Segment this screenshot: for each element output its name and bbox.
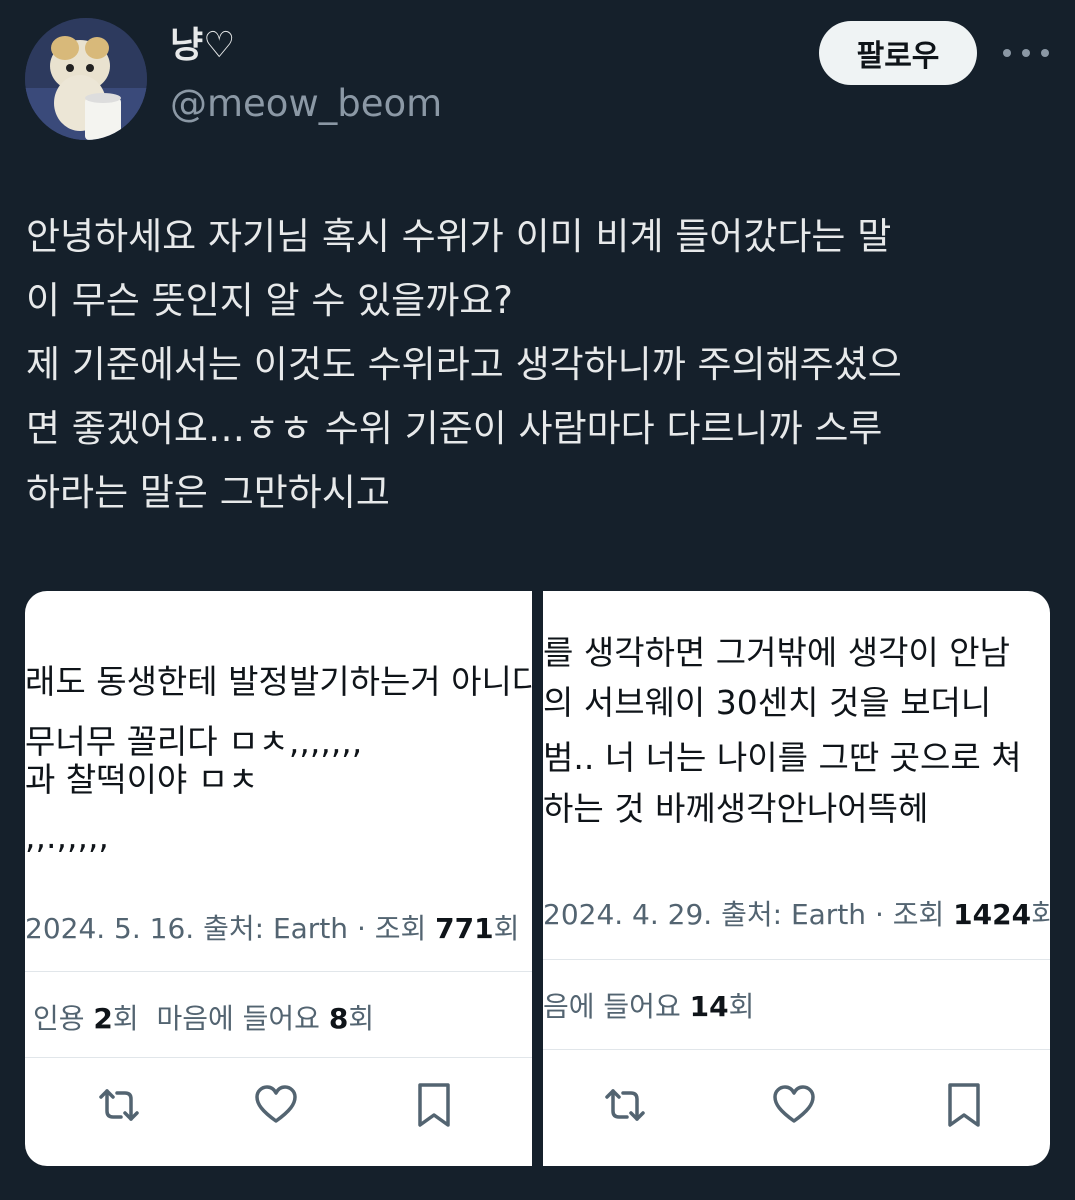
heart-icon[interactable] — [252, 1081, 300, 1129]
likes-suffix: 회 — [348, 1002, 375, 1035]
more-dot — [1041, 49, 1049, 57]
divider — [543, 1049, 1050, 1050]
meta-suffix: 회 — [493, 912, 520, 945]
meta-text: 2024. 4. 29. 출처: Earth · 조회 — [543, 898, 954, 931]
tweet-line: 안녕하세요 자기님 혹시 수위가 이미 비계 들어갔다는 말 — [26, 215, 892, 258]
retweet-icon[interactable] — [95, 1081, 143, 1129]
card-meta: 2024. 4. 29. 출처: Earth · 조회 1424회 — [543, 893, 1050, 933]
tweet-line: 면 좋겠어요…ㅎㅎ 수위 기준이 사람마다 다르니까 스루 — [26, 407, 883, 450]
attached-image-1[interactable]: 래도 동생한테 발정발기하는거 아니다 무너무 꼴리다 ㅁㅊ,,,,,,, 과 … — [25, 591, 532, 1166]
quote-label: 인용 — [33, 1002, 94, 1035]
likes-count: 14 — [689, 990, 729, 1023]
meta-suffix: 회 — [1031, 898, 1050, 931]
likes-count: 8 — [328, 1002, 349, 1035]
tweet-line: 하라는 말은 그만하시고 — [26, 471, 390, 514]
likes-suffix: 회 — [728, 990, 755, 1023]
heart-icon[interactable] — [770, 1081, 818, 1129]
card-meta: 2024. 5. 16. 출처: Earth · 조회 771회 — [25, 907, 519, 947]
meta-text: 2024. 5. 16. 출처: Earth · 조회 — [25, 912, 436, 945]
more-dot — [1003, 49, 1011, 57]
card-stats: 인용 2회 마음에 들어요 8회 — [33, 997, 374, 1037]
likes-label: 음에 들어요 — [543, 990, 690, 1023]
bookmark-icon[interactable] — [410, 1081, 458, 1129]
follow-button[interactable]: 팔로우 — [819, 21, 977, 85]
card-text-line: ,,.,,,,, — [25, 817, 109, 856]
card-text-line: 과 찰떡이야 ㅁㅊ — [25, 760, 259, 799]
card-text-line: 를 생각하면 그거밖에 생각이 안남 — [543, 633, 1010, 672]
card-text-line: 범.. 너 너는 나이를 그딴 곳으로 쳐 — [543, 738, 1022, 777]
card-stats: 음에 들어요 14회 — [543, 985, 754, 1025]
avatar[interactable] — [25, 18, 147, 140]
tweet-text: 안녕하세요 자기님 혹시 수위가 이미 비계 들어갔다는 말 이 무슨 뜻인지 … — [26, 205, 1056, 525]
more-icon[interactable] — [1003, 36, 1049, 70]
avatar-image — [25, 18, 147, 140]
view-count: 1424 — [953, 898, 1032, 931]
bookmark-icon[interactable] — [940, 1081, 988, 1129]
tweet-line: 제 기준에서는 이것도 수위라고 생각하니까 주의해주셨으 — [26, 343, 902, 386]
divider — [543, 959, 1050, 960]
divider — [25, 1057, 532, 1058]
attached-image-2[interactable]: 를 생각하면 그거밖에 생각이 안남 의 서브웨이 30센치 것을 보더니 범.… — [543, 591, 1050, 1166]
card-text-line: 의 서브웨이 30센치 것을 보더니 — [543, 683, 992, 722]
retweet-icon[interactable] — [601, 1081, 649, 1129]
view-count: 771 — [435, 912, 494, 945]
user-handle[interactable]: @meow_beom — [170, 80, 442, 128]
quote-suffix: 회 — [112, 1002, 139, 1035]
more-dot — [1022, 49, 1030, 57]
quote-count: 2 — [93, 1002, 113, 1035]
card-text-line: 래도 동생한테 발정발기하는거 아니다 — [25, 662, 532, 701]
divider — [25, 971, 532, 972]
card-text-line: 하는 것 바께생각안나어뜩헤 — [543, 789, 929, 828]
tweet-line: 이 무슨 뜻인지 알 수 있을까요? — [26, 279, 513, 322]
likes-label: 마음에 들어요 — [156, 1002, 329, 1035]
display-name[interactable]: 냥♡ — [170, 22, 235, 70]
